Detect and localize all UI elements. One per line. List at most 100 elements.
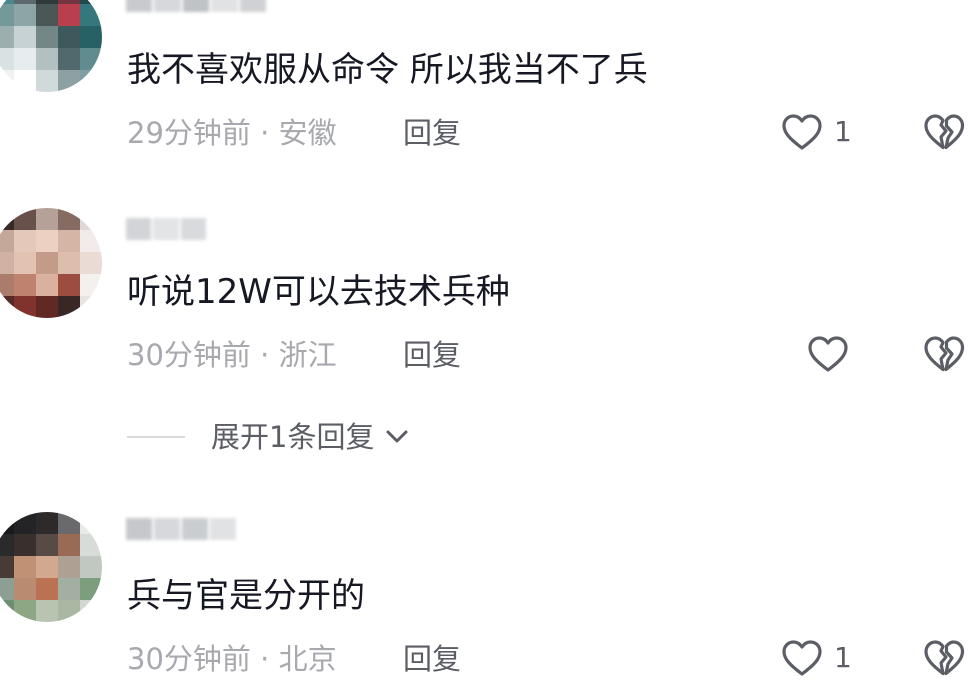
like-button[interactable]: 1 xyxy=(780,638,852,678)
heart-outline-icon xyxy=(782,640,822,676)
avatar-pixel xyxy=(0,4,14,26)
username-blur-block xyxy=(126,0,153,12)
avatar-pixel xyxy=(36,578,58,600)
comment-time: 30分钟前 xyxy=(127,642,251,676)
avatar-pixel xyxy=(58,208,80,230)
comment-meta: 30分钟前 · 浙江 xyxy=(127,338,337,372)
avatar-pixel xyxy=(14,600,36,622)
username-blur-block xyxy=(180,218,206,240)
avatar-pixel xyxy=(36,274,58,296)
avatar-pixel xyxy=(58,600,80,622)
avatar-pixel xyxy=(36,26,58,48)
broken-heart-icon xyxy=(924,114,965,150)
avatar-pixel xyxy=(36,600,58,622)
avatar-pixel xyxy=(58,534,80,556)
username-blur-block xyxy=(126,218,152,240)
avatar-pixel xyxy=(14,512,36,534)
avatar-pixel xyxy=(36,296,58,318)
avatar-pixel xyxy=(36,48,58,70)
avatar-pixel xyxy=(14,556,36,578)
avatar-pixel xyxy=(0,556,14,578)
avatar-pixel xyxy=(36,230,58,252)
avatar-pixel xyxy=(14,208,36,230)
avatar-pixel xyxy=(14,4,36,26)
avatar-pixel xyxy=(80,274,102,296)
username-blur-block xyxy=(153,218,179,240)
dislike-button[interactable] xyxy=(922,638,966,682)
username-blur-block xyxy=(239,0,266,12)
comment-meta: 30分钟前 · 北京 xyxy=(127,642,337,676)
avatar-pixel xyxy=(0,48,14,70)
avatar[interactable] xyxy=(0,512,102,622)
meta-separator: · xyxy=(260,338,270,372)
avatar-pixel xyxy=(80,296,102,318)
avatar-pixel xyxy=(80,230,102,252)
avatar-pixel xyxy=(36,556,58,578)
comment-time: 29分钟前 xyxy=(127,116,251,150)
username-blur-block xyxy=(211,0,238,12)
reply-button[interactable]: 回复 xyxy=(403,338,461,372)
avatar-pixel xyxy=(14,26,36,48)
avatar-pixel xyxy=(80,48,102,70)
meta-separator: · xyxy=(260,642,270,676)
avatar-pixel xyxy=(58,296,80,318)
chevron-down-icon xyxy=(382,422,412,452)
avatar-pixel xyxy=(58,4,80,26)
avatar-pixel xyxy=(36,512,58,534)
avatar-pixel xyxy=(0,252,14,274)
like-button[interactable] xyxy=(806,334,850,374)
avatar-pixel xyxy=(80,208,102,230)
avatar-pixel xyxy=(14,252,36,274)
avatar-pixel xyxy=(0,26,14,48)
meta-separator: · xyxy=(260,116,270,150)
avatar-pixel xyxy=(58,26,80,48)
username-blurred[interactable] xyxy=(126,0,266,12)
avatar-pixel xyxy=(14,48,36,70)
avatar-pixel xyxy=(80,600,102,622)
expand-replies-button[interactable]: 展开1条回复 xyxy=(127,420,412,454)
expand-replies-label: 展开1条回复 xyxy=(211,420,375,454)
avatar-pixel xyxy=(0,274,14,296)
avatar-pixel xyxy=(0,534,14,556)
comment-text: 我不喜欢服从命令 所以我当不了兵 xyxy=(127,50,648,90)
avatar-pixel xyxy=(14,230,36,252)
avatar-pixel xyxy=(0,296,14,318)
username-blur-block xyxy=(154,0,181,12)
comment-time: 30分钟前 xyxy=(127,338,251,372)
avatar-pixel xyxy=(58,274,80,296)
avatar-pixel xyxy=(36,208,58,230)
avatar[interactable] xyxy=(0,208,102,318)
broken-heart-icon xyxy=(924,336,965,372)
username-blur-block xyxy=(182,0,210,12)
username-blurred[interactable] xyxy=(126,518,236,540)
avatar-pixel xyxy=(36,534,58,556)
dislike-button[interactable] xyxy=(922,112,966,156)
dislike-button[interactable] xyxy=(922,334,966,378)
avatar-pixel xyxy=(0,230,14,252)
avatar-pixel xyxy=(14,274,36,296)
avatar-pixel xyxy=(0,578,14,600)
avatar-pixel xyxy=(58,556,80,578)
avatar-pixel xyxy=(14,534,36,556)
like-button[interactable]: 1 xyxy=(780,112,852,152)
comment-item: 兵与官是分开的 30分钟前 · 北京 回复 1 xyxy=(0,490,972,678)
broken-heart-icon xyxy=(924,640,965,676)
reply-button[interactable]: 回复 xyxy=(403,116,461,150)
reply-button[interactable]: 回复 xyxy=(403,642,461,676)
username-blur-block xyxy=(154,518,180,540)
username-blur-block xyxy=(182,518,208,540)
username-blur-block xyxy=(126,518,152,540)
avatar-pixel xyxy=(0,208,14,230)
avatar-pixel xyxy=(80,4,102,26)
avatar-pixel xyxy=(58,512,80,534)
avatar-pixel xyxy=(80,578,102,600)
comment-location: 北京 xyxy=(278,642,337,676)
avatar-pixel xyxy=(36,252,58,274)
avatar-pixel xyxy=(0,512,14,534)
username-blur-block xyxy=(210,518,236,540)
comment-text: 兵与官是分开的 xyxy=(127,576,365,616)
heart-outline-icon xyxy=(808,336,848,372)
username-blurred[interactable] xyxy=(126,218,206,240)
avatar[interactable] xyxy=(0,0,102,92)
avatar-pixel xyxy=(58,230,80,252)
